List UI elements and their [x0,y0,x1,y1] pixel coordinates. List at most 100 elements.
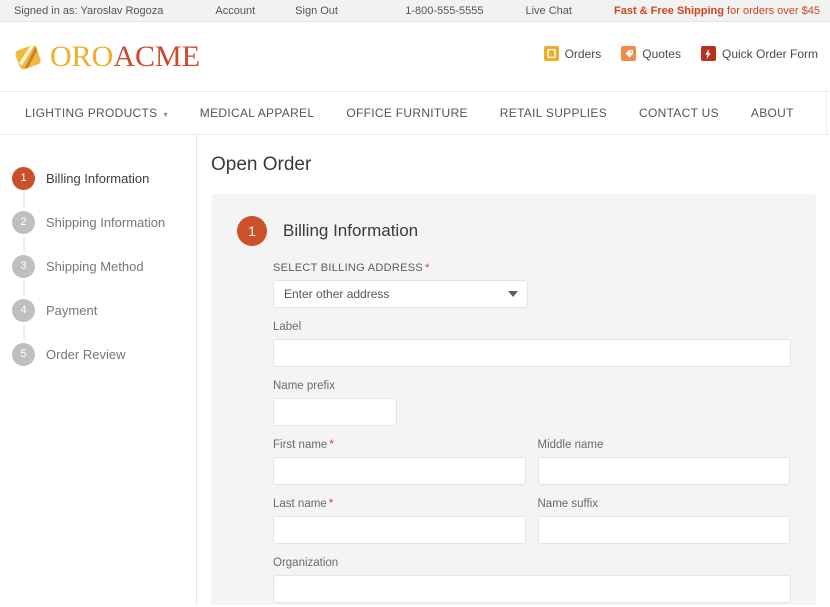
select-billing-address-input[interactable] [273,280,528,308]
phone-number[interactable]: 1-800-555-5555 [405,5,483,17]
nav-item-label: RETAIL SUPPLIES [499,106,607,120]
sign-out-link[interactable]: Sign Out [295,5,338,17]
step-label: Billing Information [46,170,150,186]
organization-label: Organization [273,557,339,569]
nav-item-label: OFFICE FURNITURE [346,106,468,120]
chevron-down-icon: ▾ [163,109,168,119]
orders-link[interactable]: Orders [543,46,602,61]
header-quick-links: Orders Quotes Quick Order Form [524,46,818,61]
main-content: Open Order 1 Billing Information SELECT … [197,135,830,605]
name-prefix-input[interactable] [273,398,397,426]
orders-icon [543,46,559,61]
nav-item-label: MEDICAL APPAREL [199,106,315,120]
nav-item-medical-apparel[interactable]: MEDICAL APPAREL [200,106,315,120]
step-number-badge: 5 [12,342,35,366]
name-suffix-label: Name suffix [537,498,599,510]
checkout-steps-sidebar: 1 Billing Information 2 Shipping Informa… [0,135,197,605]
billing-address-form: SELECT BILLING ADDRESS* Label Name prefi… [211,262,816,603]
step-label: Shipping Information [46,214,166,230]
main-navigation: LIGHTING PRODUCTS ▾ MEDICAL APPAREL OFFI… [0,91,830,135]
sidebar-step-billing-information[interactable]: 1 Billing Information [0,156,196,200]
nav-item-contact-us[interactable]: CONTACT US [639,106,719,120]
orders-label: Orders [564,46,602,61]
free-shipping-strong: Fast & Free Shipping [613,5,724,17]
step-label: Payment [46,302,98,318]
oro-diamond-logo-icon [12,42,46,72]
nav-item-label: LIGHTING PRODUCTS [25,106,158,120]
quick-order-form-label: Quick Order Form [721,46,818,61]
nav-item-about[interactable]: ABOUT [751,106,794,120]
field-group-first-name: First name * [273,439,526,485]
step-number-badge: 2 [12,210,35,234]
logo-wordmark: OROACME [50,39,201,73]
free-shipping-banner: Fast & Free Shipping for orders over $45 [614,5,820,17]
label-field-wrapper [273,339,791,367]
middle-name-label: Middle name [537,439,604,451]
free-shipping-rest: for orders over $45 [724,5,820,17]
label-text: SELECT BILLING ADDRESS [273,262,424,274]
logo-oro-text: ORO [50,39,114,73]
step-label: Order Review [46,346,126,362]
last-name-input[interactable] [273,516,526,544]
step-label: Shipping Method [46,258,144,274]
nav-item-office-furniture[interactable]: OFFICE FURNITURE [346,106,467,120]
field-group-organization: Organization [273,557,791,603]
billing-information-card: 1 Billing Information SELECT BILLING ADD… [211,194,816,605]
field-group-middle-name: Middle name [537,439,790,485]
select-billing-address-wrapper [273,280,528,308]
quick-order-form-link[interactable]: Quick Order Form [700,46,818,61]
top-utility-bar: Signed in as: Yaroslav Rogoza Account Si… [0,0,830,22]
organization-input[interactable] [273,575,791,603]
quotes-link[interactable]: Quotes [621,46,681,61]
sidebar-step-order-review[interactable]: 5 Order Review [0,332,196,376]
name-prefix-wrapper [273,398,397,426]
required-asterisk: * [328,498,334,510]
card-header: 1 Billing Information [211,216,816,246]
site-logo[interactable]: OROACME [12,36,200,78]
shopping-lists-button[interactable]: 2 Shopping Lists ▾ [825,92,830,134]
label-input[interactable] [273,339,791,367]
live-chat-link[interactable]: Live Chat [526,5,572,17]
field-group-name-prefix: Name prefix [273,380,790,426]
card-step-number-badge: 1 [237,216,267,246]
logo-acme-text: ACME [113,39,201,73]
site-header: OROACME Orders Quotes Quick Order Form [0,22,830,91]
sidebar-step-payment[interactable]: 4 Payment [0,288,196,332]
page-body: 1 Billing Information 2 Shipping Informa… [0,135,830,605]
topbar-right-group: 1-800-555-5555 Live Chat Fast & Free Shi… [405,0,820,22]
nav-item-label: CONTACT US [639,106,719,120]
lightning-bolt-icon [700,46,716,61]
field-group-label: Label [273,321,791,367]
step-number-badge: 4 [12,298,35,322]
nav-item-label: ABOUT [750,106,794,120]
signed-in-label: Signed in as: Yaroslav Rogoza [14,4,164,17]
topbar-left-group: Signed in as: Yaroslav Rogoza Account Si… [0,5,378,17]
name-prefix-label: Name prefix [273,380,335,392]
account-link[interactable]: Account [215,5,255,17]
page-title: Open Order [211,154,312,175]
name-suffix-input[interactable] [537,516,790,544]
select-billing-address-label: SELECT BILLING ADDRESS * [273,262,790,274]
organization-wrapper [273,575,791,603]
required-asterisk: * [329,439,334,451]
field-group-select-billing-address: SELECT BILLING ADDRESS * [273,262,790,308]
label-text: First name [273,439,328,451]
label-text: Last name [273,498,327,510]
sidebar-step-shipping-method[interactable]: 3 Shipping Method [0,244,196,288]
card-title: Billing Information [283,221,419,240]
field-group-name-suffix: Name suffix [537,498,790,544]
required-asterisk: * [425,262,430,274]
step-number-badge: 3 [12,254,35,278]
nav-item-lighting-products[interactable]: LIGHTING PRODUCTS ▾ [25,106,168,120]
field-group-last-name: Last name * [273,498,526,544]
first-name-input[interactable] [273,457,526,485]
row-last-name-suffix: Last name * Name suffix [273,498,790,544]
middle-name-input[interactable] [537,457,790,485]
first-name-label: First name * [273,439,526,451]
nav-item-retail-supplies[interactable]: RETAIL SUPPLIES [500,106,607,120]
quotes-tag-icon [621,46,637,61]
row-first-middle-name: First name * Middle name [273,439,790,485]
quotes-label: Quotes [642,46,681,61]
label-field-label: Label [273,321,302,333]
sidebar-step-shipping-information[interactable]: 2 Shipping Information [0,200,196,244]
